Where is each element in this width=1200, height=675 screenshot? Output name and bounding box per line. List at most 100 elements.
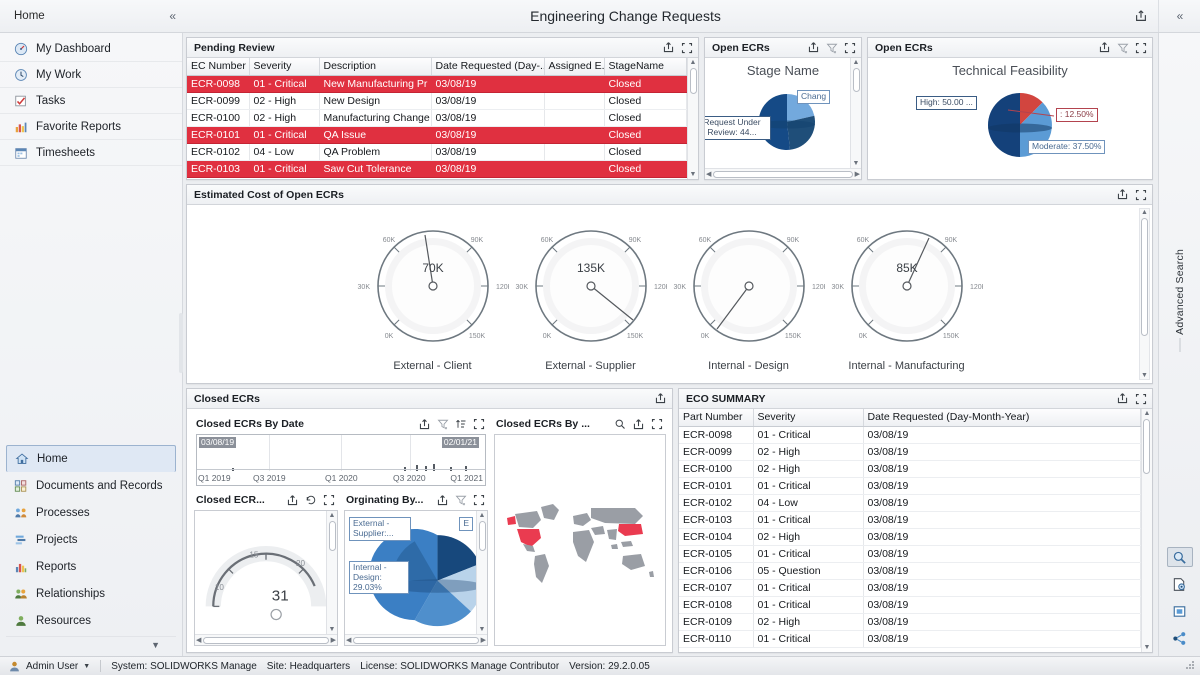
pie-hscrollbar[interactable]: ◀ ▶ [705,168,861,179]
scroll-down-icon[interactable]: ▼ [479,626,486,633]
technical-feasibility-pie-chart[interactable]: Technical Feasibility High: 50.00 ...: … [868,58,1152,179]
table-row[interactable]: ECR-0100 02 - High Manufacturing Change … [187,109,687,127]
right-rail-collapse[interactable]: « [1158,0,1200,32]
table-row[interactable]: ECR-0108 01 - Critical 03/08/19 [679,596,1141,614]
scrollbar-thumb[interactable] [328,521,336,551]
zoom-icon[interactable] [614,418,626,430]
range-end-handle[interactable]: 02/01/21 [441,437,479,448]
scroll-down-icon[interactable]: ▼ [1143,644,1150,651]
scroll-left-icon[interactable]: ◀ [196,636,201,644]
scrollbar-thumb[interactable] [852,68,860,92]
search-button[interactable] [1166,547,1193,567]
closed-ecrs-date-range-chart[interactable]: 03/08/19 02/01/21 Q1 2019 Q3 2019 Q1 202… [196,434,486,486]
range-start-handle[interactable]: 03/08/19 [199,437,237,448]
sidebar-item-timesheets[interactable]: Timesheets [0,140,182,166]
sidebar-item-tasks[interactable]: Tasks [0,88,182,114]
sidebar-item-favorite-reports[interactable]: Favorite Reports [0,114,182,140]
table-row[interactable]: ECR-0106 05 - Question 03/08/19 [679,562,1141,580]
export-icon[interactable] [807,41,820,54]
sidebar-item-reports[interactable]: Reports [0,553,182,580]
sidebar-item-home[interactable]: Home [6,445,176,472]
column-header[interactable]: Assigned E... [544,58,605,76]
table-row[interactable]: ECR-0103 01 - Critical 03/08/19 [679,511,1141,529]
advanced-search-tab[interactable]: Advanced Search [1174,249,1186,335]
resize-grip[interactable] [1184,659,1198,673]
scrollbar-thumb[interactable] [353,636,479,644]
sidebar-item-resources[interactable]: Resources [0,607,182,634]
table-row[interactable]: ECR-0110 01 - Critical 03/08/19 [679,630,1141,648]
gauge-external-supplier[interactable]: 135K 30K 120K 60K 90K 0K 150K [512,216,670,372]
scrollbar-thumb[interactable] [689,68,697,94]
scroll-up-icon[interactable]: ▲ [853,59,860,66]
gauge-vscrollbar[interactable]: ▲ ▼ [326,511,337,634]
table-row[interactable]: ECR-0104 02 - High 03/08/19 [679,528,1141,546]
export-icon[interactable] [1116,392,1129,405]
clear-filter-icon[interactable] [455,494,467,506]
chevron-down-icon[interactable]: ▼ [83,663,90,670]
sidebar-item-projects[interactable]: Projects [0,526,182,553]
scroll-up-icon[interactable]: ▲ [1143,410,1150,417]
user-menu[interactable]: Admin User ▼ [8,660,90,673]
chevron-double-left-icon[interactable]: « [169,9,176,23]
column-header[interactable]: Date Requested (Day-Month-Year) [863,409,1141,427]
scroll-up-icon[interactable]: ▲ [1141,209,1148,216]
properties-button[interactable] [1167,601,1193,621]
chevron-double-left-icon[interactable]: « [1177,9,1184,23]
fullscreen-icon[interactable] [1135,42,1147,54]
column-header[interactable]: Severity [753,409,864,427]
scrollbar-thumb[interactable] [1143,419,1151,474]
clear-filter-icon[interactable] [1117,42,1129,54]
scroll-down-icon[interactable]: ▼ [329,626,336,633]
fullscreen-icon[interactable] [1135,189,1147,201]
fullscreen-icon[interactable] [473,418,485,430]
table-row[interactable]: ECR-0107 01 - Critical 03/08/19 [679,579,1141,597]
export-icon[interactable] [418,418,431,431]
scrollbar-thumb[interactable] [203,636,329,644]
share-button[interactable] [1167,628,1193,648]
export-icon[interactable] [632,418,645,431]
fullscreen-icon[interactable] [651,418,663,430]
table-row[interactable]: ECR-0103 01 - Critical Saw Cut Tolerance… [187,160,687,178]
sort-icon[interactable] [455,418,467,430]
world-map-body[interactable] [494,434,666,646]
scrollbar-thumb[interactable] [713,170,853,178]
clear-filter-icon[interactable] [826,42,838,54]
undo-icon[interactable] [305,494,317,506]
clear-filter-icon[interactable] [437,418,449,430]
table-row[interactable]: ECR-0109 02 - High 03/08/19 [679,613,1141,631]
scroll-right-icon[interactable]: ▶ [855,170,860,178]
table-row[interactable]: ECR-0102 04 - Low QA Problem 03/08/19 Cl… [187,143,687,161]
table-row[interactable]: ECR-0099 02 - High 03/08/19 [679,443,1141,461]
sidebar-item-documents-and-records[interactable]: Documents and Records [0,472,182,499]
table-row[interactable]: ECR-0098 01 - Critical New Manufacturing… [187,75,687,93]
fullscreen-icon[interactable] [844,42,856,54]
scroll-down-icon[interactable]: ▼ [853,160,860,167]
gauge-hscrollbar[interactable]: ◀ ▶ [195,634,337,645]
table-row[interactable]: ECR-0101 01 - Critical QA Issue 03/08/19… [187,126,687,144]
export-icon[interactable] [1134,9,1148,23]
export-icon[interactable] [662,41,675,54]
sidebar-item-relationships[interactable]: Relationships [0,580,182,607]
export-icon[interactable] [286,494,299,507]
column-header[interactable]: EC Number [187,58,250,76]
scroll-up-icon[interactable]: ▲ [479,512,486,519]
sidebar-item-my-work[interactable]: My Work [0,62,182,88]
scroll-right-icon[interactable]: ▶ [481,636,486,644]
table-row[interactable]: ECR-0100 02 - High 03/08/19 [679,460,1141,478]
closed-ecrs-gauge-svg[interactable]: 10 15 20 31 [195,511,337,645]
scroll-up-icon[interactable]: ▲ [329,512,336,519]
fullscreen-icon[interactable] [681,42,693,54]
table-row[interactable]: ECR-0102 04 - Low 03/08/19 [679,494,1141,512]
sidebar-item-my-dashboard[interactable]: My Dashboard [0,36,182,62]
sidebar-more-button[interactable]: ▼ [6,636,176,652]
gauge-internal-design[interactable]: 30K 120K 60K 90K 0K 150K [670,216,828,372]
scroll-down-icon[interactable]: ▼ [1141,372,1148,379]
column-header[interactable]: StageName [604,58,687,76]
stage-name-pie-chart[interactable]: Stage Name Chang Request Under Review: 4… [705,58,861,179]
scrollbar-thumb[interactable] [1141,218,1148,336]
sidebar-item-processes[interactable]: Processes [0,499,182,526]
column-header[interactable]: Description [319,58,432,76]
scroll-right-icon[interactable]: ▶ [331,636,336,644]
estimated-cost-scrollbar[interactable]: ▲ ▼ [1139,208,1150,380]
eco-summary-scrollbar[interactable]: ▲ ▼ [1140,409,1152,652]
